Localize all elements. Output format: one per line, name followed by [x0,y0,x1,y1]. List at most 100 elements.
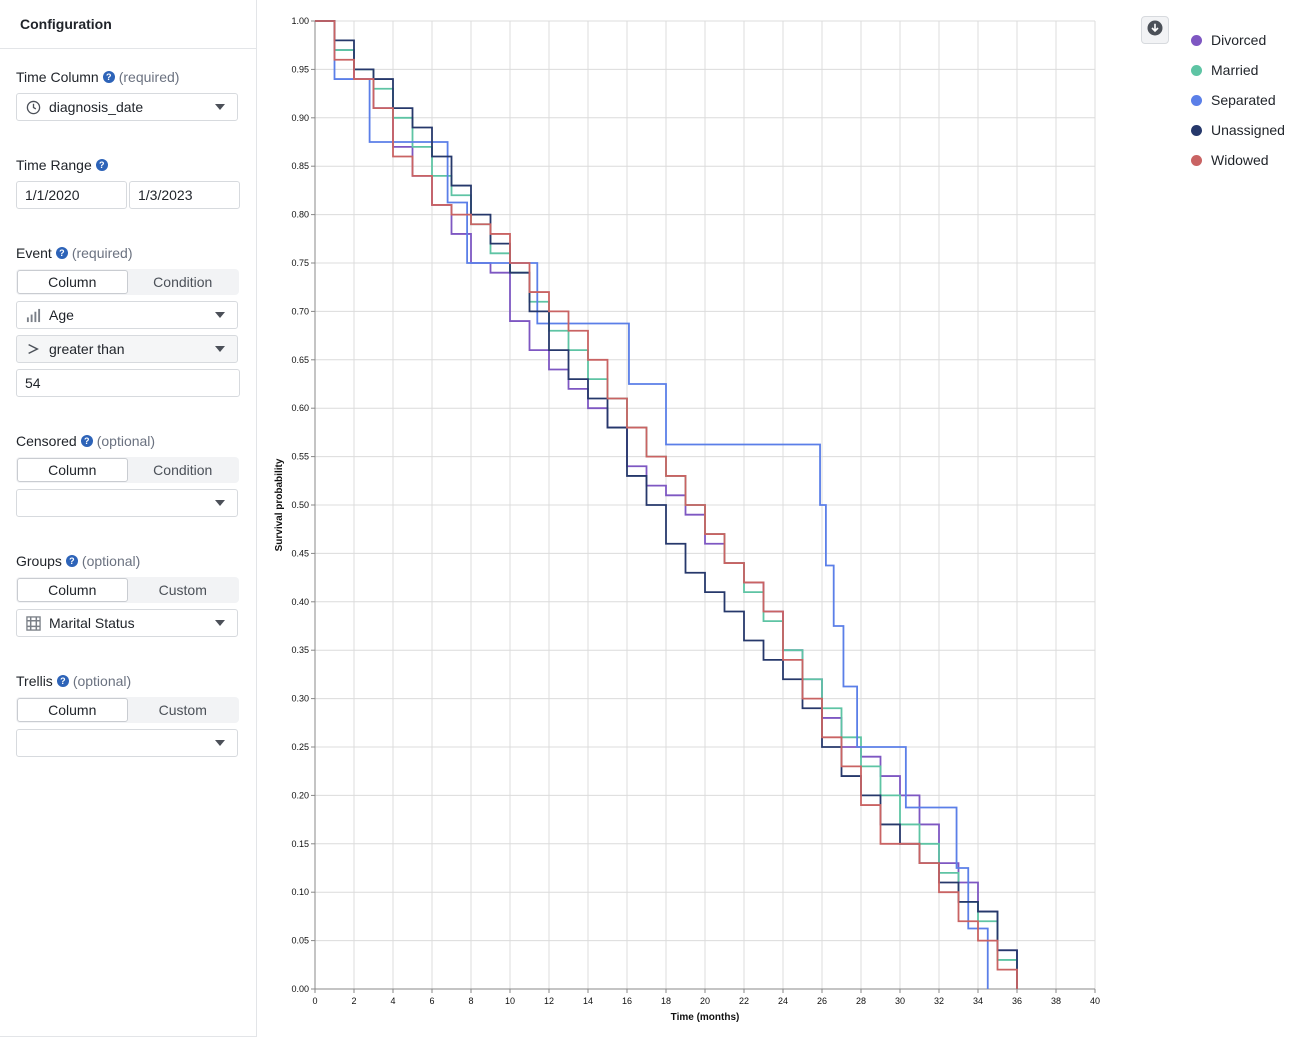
time-range-end-input[interactable]: 1/3/2023 [129,181,240,209]
censored-label: Censored ? (optional) [16,433,156,449]
legend-label: Unassigned [1211,122,1285,138]
y-tick-label: 0.10 [291,887,309,897]
chevron-down-icon [215,620,225,626]
help-icon[interactable]: ? [80,435,93,447]
numeric-bars-icon [25,307,41,323]
legend-item-separated[interactable]: Separated [1191,85,1285,115]
legend-swatch [1191,124,1202,136]
x-tick-label: 10 [505,996,515,1006]
y-tick-label: 0.05 [291,936,309,946]
help-icon[interactable]: ? [102,71,115,83]
event-tab-column[interactable]: Column [17,270,128,294]
help-icon[interactable]: ? [95,159,108,171]
legend-item-unassigned[interactable]: Unassigned [1191,115,1285,145]
help-icon[interactable]: ? [56,675,69,687]
groups-tab-custom[interactable]: Custom [128,578,239,602]
x-tick-label: 16 [622,996,632,1006]
y-tick-label: 0.80 [291,210,309,220]
chevron-down-icon [215,740,225,746]
x-tick-label: 18 [661,996,671,1006]
y-tick-label: 0.65 [291,355,309,365]
event-threshold-input[interactable]: 54 [16,369,240,397]
configuration-panel: Configuration Time Column ? (required) d… [0,0,257,1037]
download-button[interactable] [1141,16,1169,44]
time-column-label: Time Column ? (required) [16,69,180,85]
x-tick-label: 6 [429,996,434,1006]
legend-swatch [1191,64,1202,76]
x-tick-label: 24 [778,996,788,1006]
y-tick-label: 0.50 [291,500,309,510]
survival-chart: 0 2 4 6 8 10 12 14 16 18 20 22 24 26 28 30 32 34 36 38 400.0… [274,16,1100,1023]
greater-than-icon [25,341,41,357]
x-tick-label: 0 [312,996,317,1006]
legend-label: Widowed [1211,152,1269,168]
trellis-tab-column[interactable]: Column [17,698,128,722]
event-operator-select[interactable]: greater than [16,335,238,363]
y-tick-label: 0.95 [291,64,309,74]
x-tick-label: 8 [468,996,473,1006]
chart-area: 0 2 4 6 8 10 12 14 16 18 20 22 24 26 28 30 32 34 36 38 40 0.0… [257,0,1299,1037]
y-tick-label: 0.45 [291,548,309,558]
y-tick-label: 0.35 [291,645,309,655]
panel-title: Configuration [0,0,256,49]
groups-column-value: Marital Status [49,615,135,631]
censored-mode-toggle: Column Condition [16,457,239,483]
y-tick-label: 0.40 [291,597,309,607]
x-tick-label: 38 [1051,996,1061,1006]
x-tick-label: 20 [700,996,710,1006]
y-tick-label: 0.85 [291,161,309,171]
x-tick-label: 22 [739,996,749,1006]
legend-swatch [1191,94,1202,106]
legend-item-married[interactable]: Married [1191,55,1285,85]
x-tick-label: 12 [544,996,554,1006]
chart-legend: Divorced Married Separated Unassigned Widowe… [1191,25,1285,175]
time-range-start-input[interactable]: 1/1/2020 [16,181,127,209]
help-icon[interactable]: ? [65,555,78,567]
chevron-down-icon [215,500,225,506]
censored-column-select[interactable] [16,489,238,517]
y-tick-label: 0.75 [291,258,309,268]
x-tick-label: 2 [351,996,356,1006]
x-tick-label: 34 [973,996,983,1006]
event-tab-condition[interactable]: Condition [128,270,239,294]
chevron-down-icon [215,346,225,352]
download-icon [1147,20,1163,41]
event-column-value: Age [49,307,74,323]
time-column-select[interactable]: diagnosis_date [16,93,238,121]
groups-tab-column[interactable]: Column [17,578,128,602]
x-axis-title: Time (months) [671,1012,740,1023]
x-tick-label: 26 [817,996,827,1006]
censored-tab-condition[interactable]: Condition [128,458,239,482]
trellis-column-select[interactable] [16,729,238,757]
legend-item-widowed[interactable]: Widowed [1191,145,1285,175]
y-tick-label: 0.55 [291,452,309,462]
legend-swatch [1191,34,1202,46]
event-mode-toggle: Column Condition [16,269,239,295]
event-column-select[interactable]: Age [16,301,238,329]
x-tick-label: 30 [895,996,905,1006]
y-tick-label: 0.25 [291,742,309,752]
event-label: Event ? (required) [16,245,133,261]
x-tick-label: 14 [583,996,593,1006]
y-tick-label: 0.90 [291,113,309,123]
x-tick-label: 32 [934,996,944,1006]
legend-swatch [1191,154,1202,166]
y-tick-label: 0.30 [291,694,309,704]
legend-label: Married [1211,62,1259,78]
trellis-mode-toggle: Column Custom [16,697,239,723]
trellis-tab-custom[interactable]: Custom [128,698,239,722]
x-tick-label: 40 [1090,996,1100,1006]
y-tick-label: 0.20 [291,790,309,800]
chevron-down-icon [215,312,225,318]
y-tick-label: 0.00 [291,984,309,994]
x-tick-label: 4 [390,996,395,1006]
groups-column-select[interactable]: Marital Status [16,609,238,637]
help-icon[interactable]: ? [55,247,68,259]
grid-icon [25,615,41,631]
legend-item-divorced[interactable]: Divorced [1191,25,1285,55]
y-tick-label: 0.70 [291,306,309,316]
censored-tab-column[interactable]: Column [17,458,128,482]
time-range-label: Time Range ? [16,157,108,173]
x-tick-label: 36 [1012,996,1022,1006]
trellis-label: Trellis ? (optional) [16,673,132,689]
